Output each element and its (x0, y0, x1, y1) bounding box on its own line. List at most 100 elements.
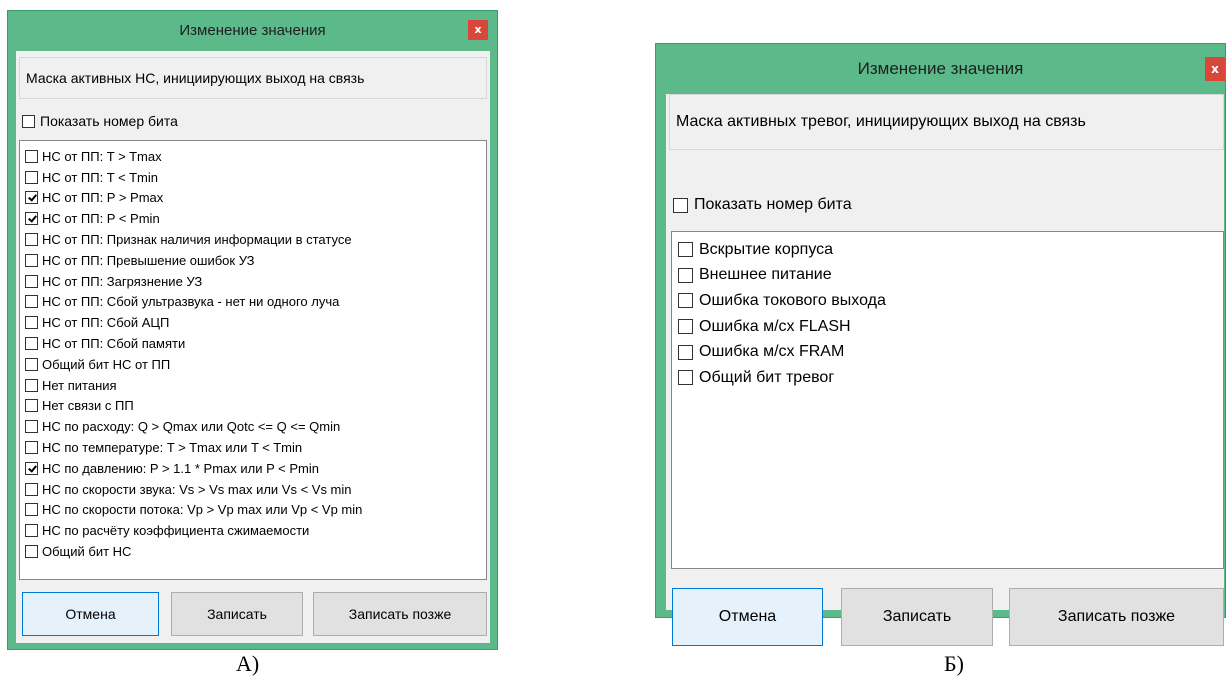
show-bit-checkbox[interactable]: Показать номер бита (673, 196, 852, 214)
write-later-button[interactable]: Записать позже (313, 592, 487, 636)
list-item[interactable]: Ошибка токового выхода (678, 288, 1223, 314)
item-label: НС от ПП: T > Tmax (42, 148, 162, 164)
checkbox-icon[interactable] (25, 482, 38, 496)
list-item[interactable]: Общий бит тревог (678, 365, 1223, 391)
item-label: НС по температуре: T > Tmax или T < Tmin (42, 440, 303, 456)
item-label: Общий бит тревог (699, 368, 835, 386)
checkbox-icon[interactable] (678, 293, 693, 309)
list-item[interactable]: НС от ПП: Сбой ультразвука - нет ни одно… (25, 292, 486, 313)
checkbox-icon[interactable] (25, 253, 38, 267)
item-label: НС от ПП: Превышение ошибок УЗ (42, 252, 255, 268)
list-item[interactable]: НС по температуре: T > Tmax или T < Tmin (25, 437, 486, 458)
checkbox-icon[interactable] (25, 441, 38, 455)
checkbox-icon[interactable] (678, 319, 693, 335)
item-label: НС по давлению: P > 1.1 * Pmax или P < P… (42, 460, 319, 476)
list-item[interactable]: Общий бит НС от ПП (25, 354, 486, 375)
list-item[interactable]: Ошибка м/сх FRAM (678, 339, 1223, 365)
list-item[interactable]: НС по расчёту коэффициента сжимаемости (25, 520, 486, 541)
figure-caption-a: А) (236, 651, 260, 676)
flags-list[interactable]: НС от ПП: T > Tmax НС от ПП: T < Tmin НС о… (19, 140, 487, 580)
item-label: Общий бит НС (42, 544, 132, 560)
checkbox-icon[interactable] (25, 295, 38, 309)
figure-caption-b: Б) (944, 651, 964, 676)
checkbox-icon[interactable] (22, 114, 35, 128)
checkbox-icon[interactable] (25, 191, 38, 205)
checkbox-icon[interactable] (25, 378, 38, 392)
item-label: Нет связи с ПП (42, 398, 134, 414)
checkbox-icon[interactable] (678, 242, 693, 258)
list-item[interactable]: НС по расходу: Q > Qmax или Qotc <= Q <=… (25, 416, 486, 437)
list-item[interactable]: НС от ПП: Превышение ошибок УЗ (25, 250, 486, 271)
list-item[interactable]: Ошибка м/сх FLASH (678, 314, 1223, 340)
cancel-button[interactable]: Отмена (22, 592, 159, 636)
checkbox-icon[interactable] (25, 420, 38, 434)
show-bit-label: Показать номер бита (40, 113, 178, 129)
checkbox-icon[interactable] (678, 267, 693, 283)
list-item[interactable]: НС от ПП: T > Tmax (25, 146, 486, 167)
checkbox-icon[interactable] (25, 337, 38, 351)
item-label: НС от ПП: Сбой ультразвука - нет ни одно… (42, 294, 340, 310)
checkbox-icon[interactable] (678, 344, 693, 360)
list-item[interactable]: НС по скорости потока: Vp > Vp max или V… (25, 500, 486, 521)
write-button[interactable]: Записать (841, 588, 993, 646)
dialog-b-window: Изменение значения x Маска активных трев… (655, 43, 1226, 646)
list-item[interactable]: НС по скорости звука: Vs > Vs max или Vs… (25, 479, 486, 500)
show-bit-checkbox[interactable]: Показать номер бита (22, 113, 178, 129)
description-label: Маска активных тревог, инициирующих выхо… (669, 94, 1224, 150)
show-bit-label: Показать номер бита (694, 196, 852, 213)
checkbox-icon[interactable] (25, 524, 38, 538)
checkbox-icon[interactable] (25, 503, 38, 517)
item-label: Ошибка токового выхода (699, 291, 886, 309)
checkbox-icon[interactable] (25, 357, 38, 371)
item-label: Внешнее питание (699, 266, 832, 284)
checkbox-icon[interactable] (25, 212, 38, 226)
close-button[interactable]: x (1205, 57, 1225, 81)
item-label: НС по расходу: Q > Qmax или Qotc <= Q <=… (42, 419, 341, 435)
checkbox-icon[interactable] (25, 170, 38, 184)
list-item[interactable]: Внешнее питание (678, 263, 1223, 289)
item-label: НС от ПП: Признак наличия информации в с… (42, 232, 352, 248)
list-item[interactable]: Вскрытие корпуса (678, 237, 1223, 263)
list-item[interactable]: НС от ПП: Признак наличия информации в с… (25, 229, 486, 250)
description-label: Маска активных НС, инициирующих выход на… (19, 57, 487, 99)
list-item[interactable]: НС от ПП: Загрязнение УЗ (25, 271, 486, 292)
item-label: НС от ПП: Сбой АЦП (42, 315, 170, 331)
item-label: Ошибка м/сх FLASH (699, 317, 851, 335)
item-label: НС от ПП: Сбой памяти (42, 336, 186, 352)
checkbox-icon[interactable] (678, 370, 693, 386)
checkbox-icon[interactable] (25, 399, 38, 413)
list-item[interactable]: НС от ПП: Сбой АЦП (25, 312, 486, 333)
list-item[interactable]: Нет связи с ПП (25, 396, 486, 417)
checkbox-icon[interactable] (673, 197, 688, 213)
item-label: НС по расчёту коэффициента сжимаемости (42, 523, 310, 539)
item-label: НС от ПП: Загрязнение УЗ (42, 273, 203, 289)
checkbox-icon[interactable] (25, 233, 38, 247)
cancel-button[interactable]: Отмена (672, 588, 823, 646)
alarms-list[interactable]: Вскрытие корпуса Внешнее питание Ошибка то… (671, 231, 1224, 569)
write-later-button[interactable]: Записать позже (1009, 588, 1224, 646)
dialog-b-client: Маска активных тревог, инициирующих выхо… (666, 94, 1224, 646)
list-item[interactable]: Нет питания (25, 375, 486, 396)
item-label: НС от ПП: P > Pmax (42, 190, 164, 206)
checkbox-icon[interactable] (25, 545, 38, 559)
checkbox-icon[interactable] (25, 316, 38, 330)
list-item[interactable]: Общий бит НС (25, 541, 486, 562)
list-item[interactable]: НС от ПП: Сбой памяти (25, 333, 486, 354)
item-label: Ошибка м/сх FRAM (699, 343, 845, 361)
item-label: Вскрытие корпуса (699, 240, 834, 258)
list-item[interactable]: НС от ПП: P > Pmax (25, 188, 486, 209)
list-item[interactable]: НС по давлению: P > 1.1 * Pmax или P < P… (25, 458, 486, 479)
list-item[interactable]: НС от ПП: T < Tmin (25, 167, 486, 188)
dialog-a-window: Изменение значения x Маска активных НС, … (7, 10, 498, 650)
write-button[interactable]: Записать (171, 592, 303, 636)
item-label: НС по скорости звука: Vs > Vs max или Vs… (42, 481, 352, 497)
dialog-a-client: Маска активных НС, инициирующих выход на… (16, 51, 490, 643)
checkbox-icon[interactable] (25, 461, 38, 475)
dialog-b-title: Изменение значения (857, 59, 1024, 78)
item-label: НС от ПП: T < Tmin (42, 169, 158, 185)
item-label: Нет питания (42, 377, 117, 393)
list-item[interactable]: НС от ПП: P < Pmin (25, 208, 486, 229)
checkbox-icon[interactable] (25, 149, 38, 163)
checkbox-icon[interactable] (25, 274, 38, 288)
close-button[interactable]: x (468, 20, 488, 40)
